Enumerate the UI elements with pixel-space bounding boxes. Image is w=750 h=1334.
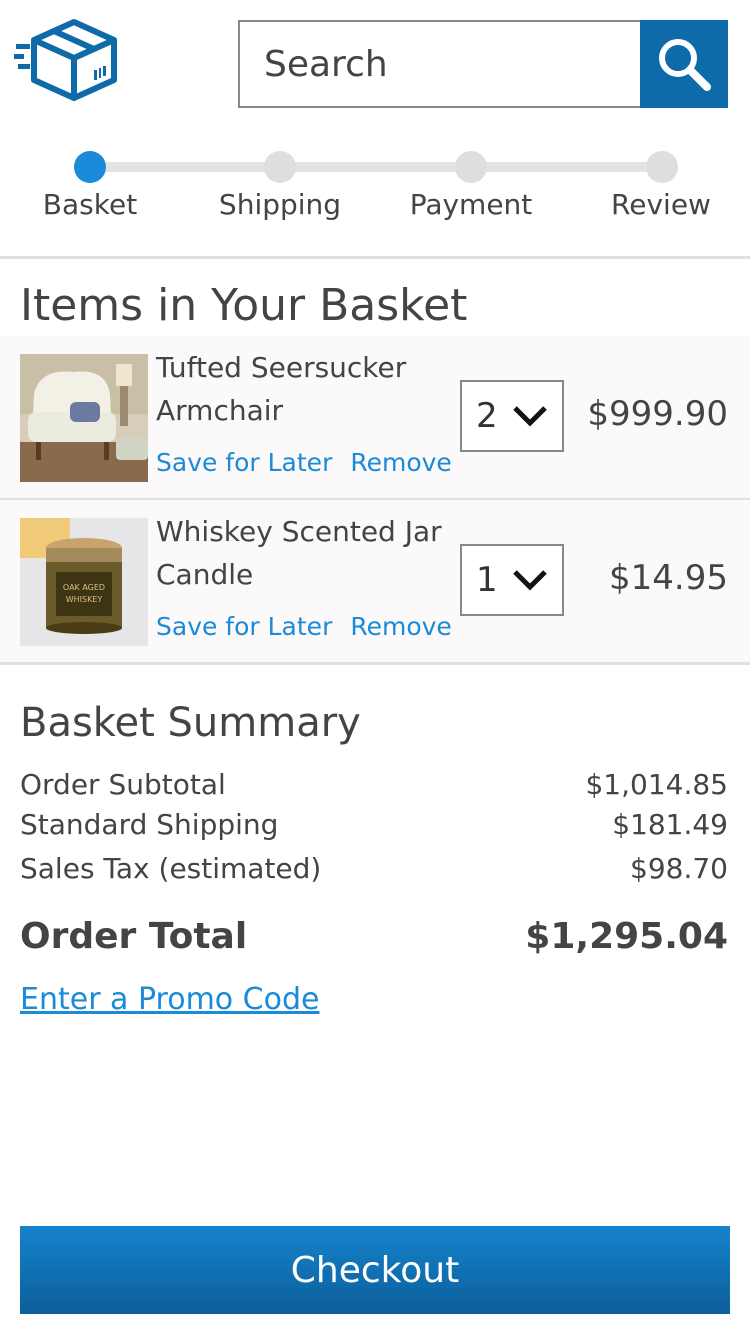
item-price: $999.90 xyxy=(587,394,728,434)
summary-row-tax: Sales Tax (estimated) $98.70 xyxy=(20,852,728,885)
basket-title: Items in Your Basket xyxy=(20,280,468,331)
order-total-row: Order Total $1,295.04 xyxy=(20,916,728,957)
step-dot-basket xyxy=(74,151,106,183)
step-label-payment[interactable]: Payment xyxy=(391,188,551,221)
step-dot-payment xyxy=(455,151,487,183)
step-label-shipping[interactable]: Shipping xyxy=(200,188,360,221)
summary-label: Standard Shipping xyxy=(20,808,279,841)
summary-label: Order Subtotal xyxy=(20,768,226,801)
summary-value: $181.49 xyxy=(612,808,728,841)
checkout-progress-track xyxy=(90,162,662,172)
search-bar xyxy=(238,20,728,108)
checkout-button[interactable]: Checkout xyxy=(20,1226,730,1314)
divider xyxy=(0,662,750,665)
candle-image[interactable]: OAK AGED WHISKEY xyxy=(20,518,148,646)
armchair-image[interactable] xyxy=(20,354,148,482)
basket-item: Tufted Seersucker Armchair Save for Late… xyxy=(0,336,750,500)
summary-row-subtotal: Order Subtotal $1,014.85 xyxy=(20,768,728,801)
save-for-later-link[interactable]: Save for Later xyxy=(156,612,332,641)
candle-label-line2: WHISKEY xyxy=(66,595,103,604)
divider xyxy=(0,256,750,259)
item-actions: Save for Later Remove xyxy=(156,448,452,477)
item-name[interactable]: Tufted Seersucker Armchair xyxy=(156,346,446,432)
basket-item: OAK AGED WHISKEY Whiskey Scented Jar Can… xyxy=(0,500,750,664)
search-icon xyxy=(659,39,711,91)
search-input[interactable] xyxy=(238,20,642,108)
order-total-label: Order Total xyxy=(20,916,248,957)
summary-value: $98.70 xyxy=(630,852,728,885)
save-for-later-link[interactable]: Save for Later xyxy=(156,448,332,477)
remove-link[interactable]: Remove xyxy=(350,612,451,641)
quantity-value: 2 xyxy=(476,396,498,436)
chevron-down-icon xyxy=(513,406,547,427)
quantity-select[interactable]: 2 xyxy=(460,380,564,452)
step-dot-review xyxy=(646,151,678,183)
summary-label: Sales Tax (estimated) xyxy=(20,852,322,885)
candle-label-line1: OAK AGED xyxy=(63,583,105,592)
summary-title: Basket Summary xyxy=(20,700,361,746)
search-button[interactable] xyxy=(640,20,728,108)
item-name[interactable]: Whiskey Scented Jar Candle xyxy=(156,510,446,596)
summary-value: $1,014.85 xyxy=(585,768,728,801)
item-price: $14.95 xyxy=(609,558,728,598)
order-total-value: $1,295.04 xyxy=(525,916,728,957)
logo[interactable] xyxy=(14,18,120,102)
step-label-basket[interactable]: Basket xyxy=(10,188,170,221)
summary-row-shipping: Standard Shipping $181.49 xyxy=(20,808,728,841)
item-actions: Save for Later Remove xyxy=(156,612,452,641)
step-dot-shipping xyxy=(264,151,296,183)
chevron-down-icon xyxy=(513,570,547,591)
step-label-review[interactable]: Review xyxy=(581,188,741,221)
remove-link[interactable]: Remove xyxy=(350,448,451,477)
quantity-value: 1 xyxy=(476,560,498,600)
quantity-select[interactable]: 1 xyxy=(460,544,564,616)
package-logo-icon xyxy=(14,19,117,101)
promo-code-link[interactable]: Enter a Promo Code xyxy=(20,982,320,1017)
